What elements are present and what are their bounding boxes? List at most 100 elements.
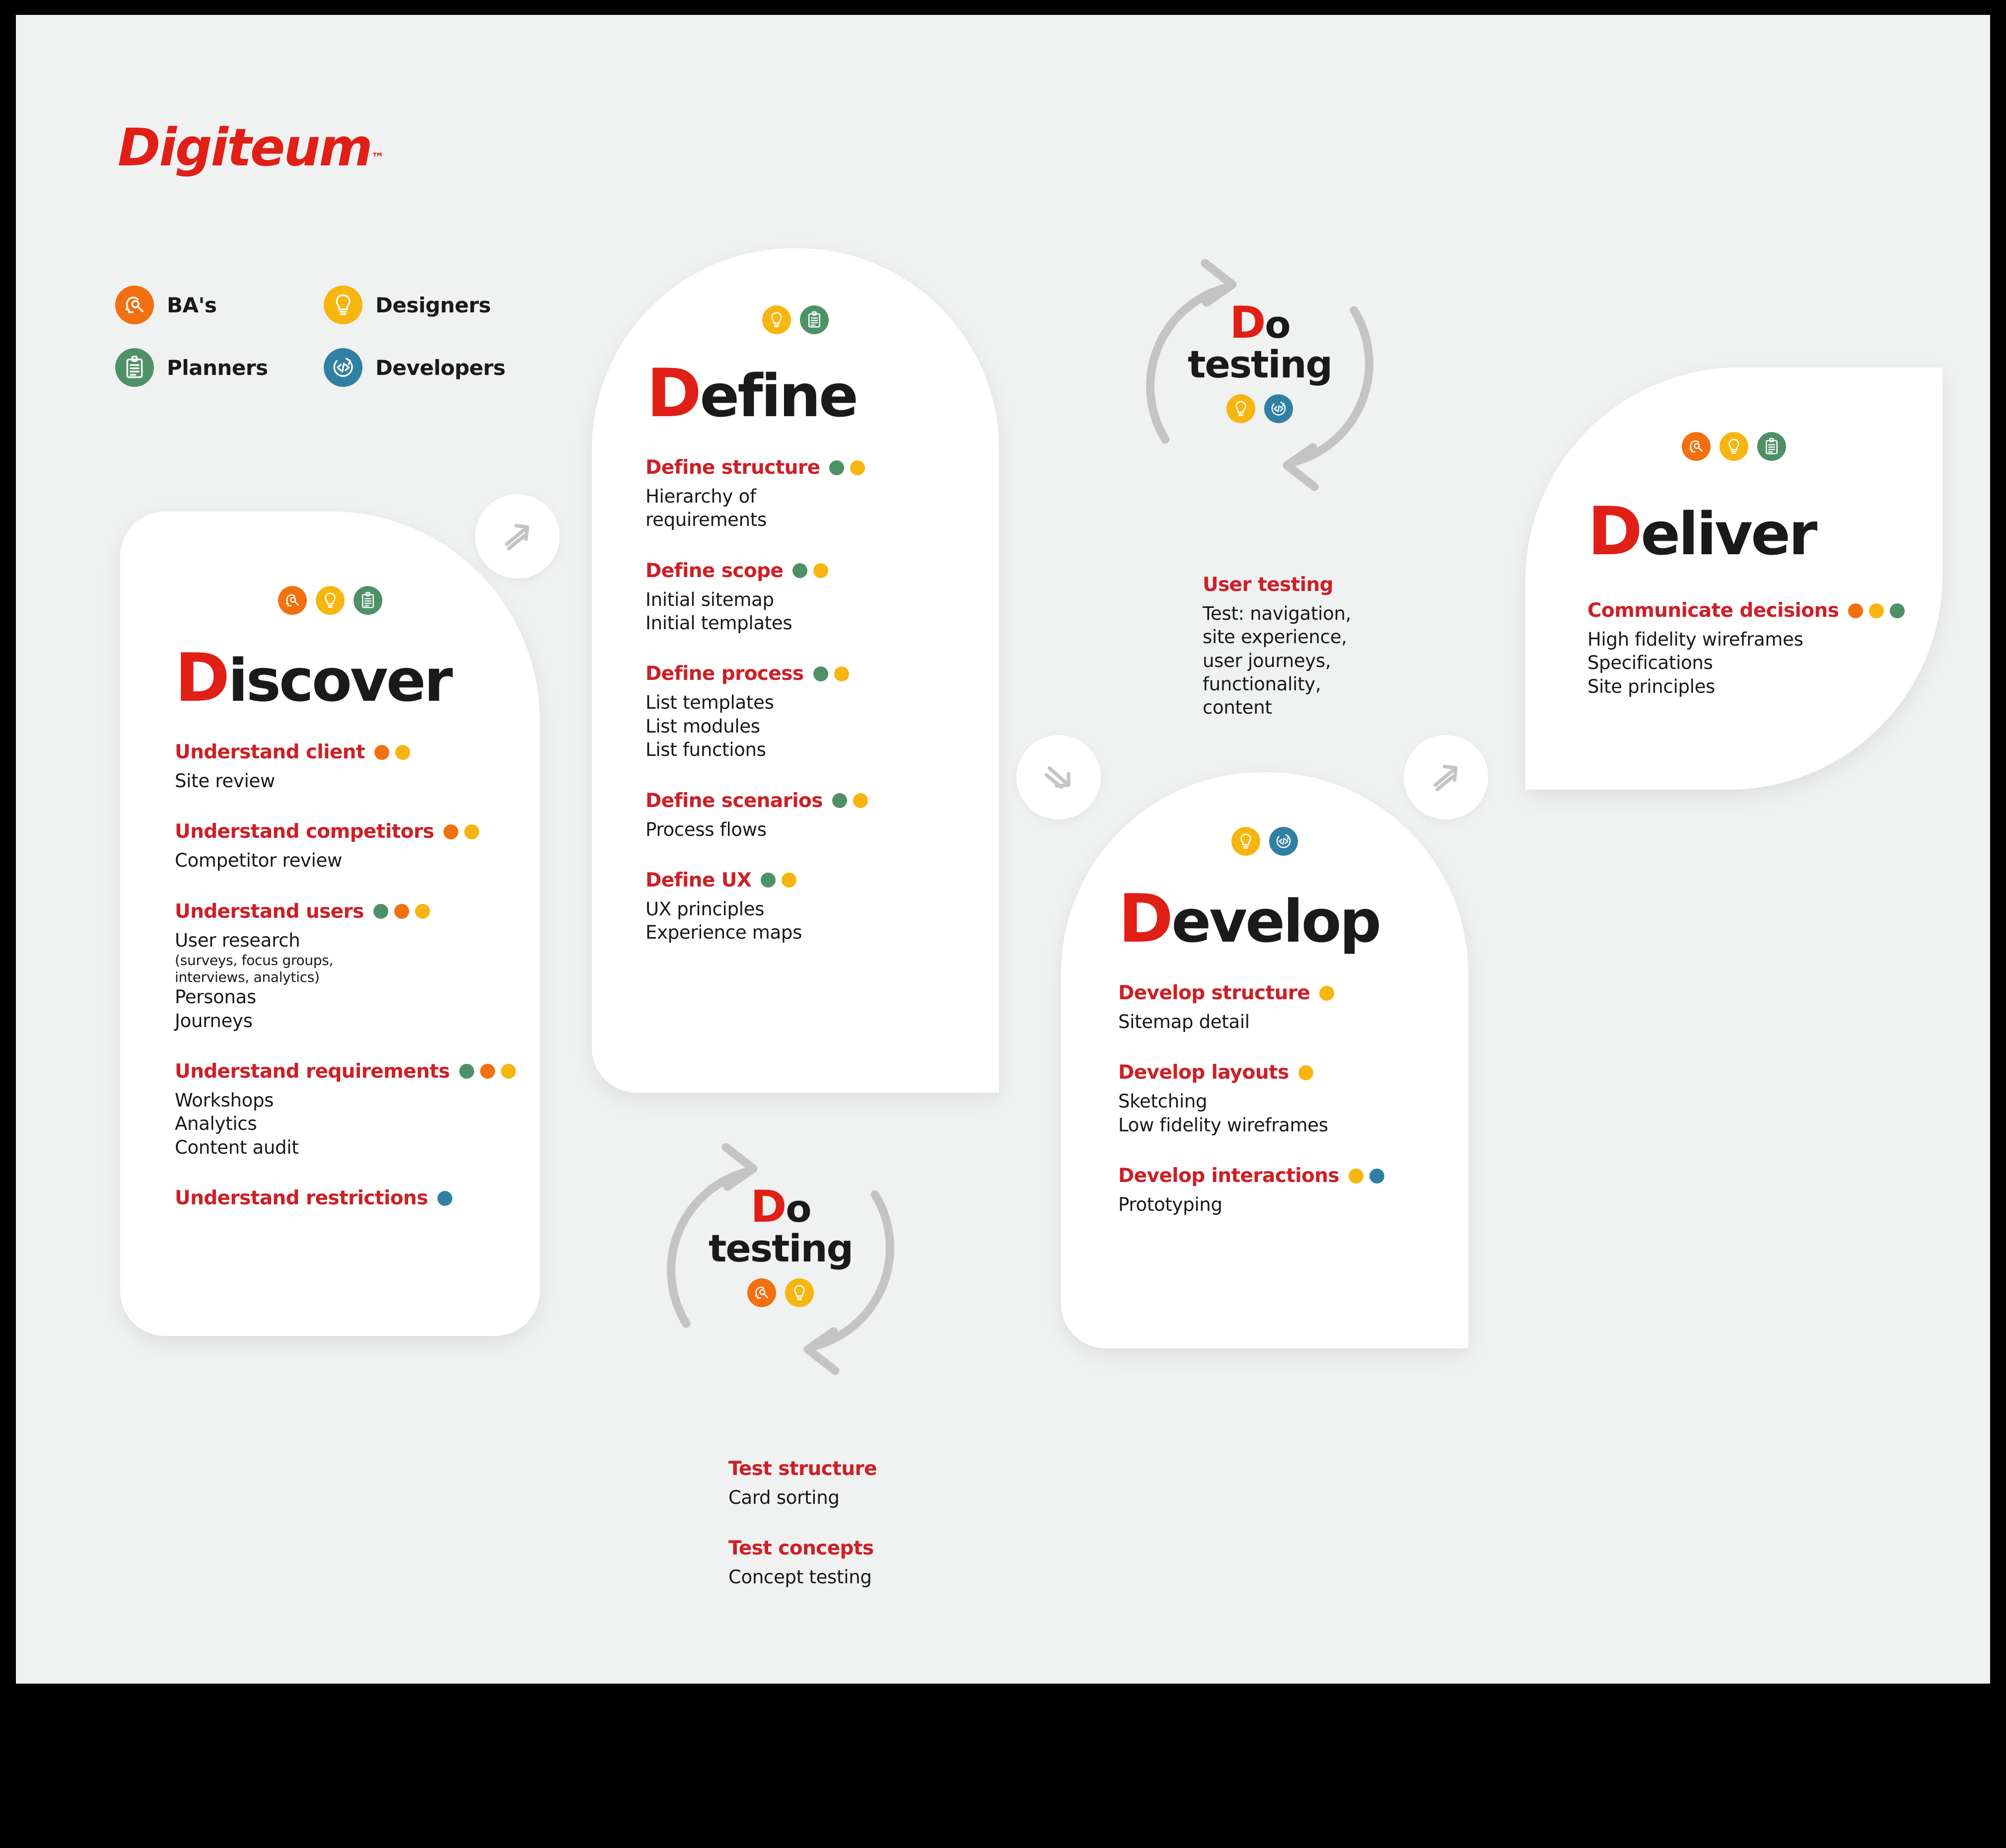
section-lines: Workshops Analytics Content audit [175,1089,540,1159]
card-sections: Test structure Card sorting Test concepts C… [728,1458,962,1589]
section-lines: User research (surveys, focus groups, inte… [175,929,540,1033]
cycle-do-testing-top-body: User testing Test: navigation, site experi… [1203,544,1431,720]
role-dot-des [1869,603,1884,618]
section-line: Process flows [645,818,767,840]
role-dot-ba [443,824,459,839]
brand-logo: Digiteum™ [118,117,383,178]
role-dots [1848,603,1911,618]
section-title: Understand competitors [175,820,434,843]
section-line: Personas [175,986,256,1008]
cycle-do-testing-top: Do testing [1136,241,1384,509]
brand-trademark: ™ [371,150,383,166]
section: User testing Test: navigation, site experi… [1203,574,1431,720]
section-header: Define scope [645,560,999,582]
card-title-capital: D [1587,493,1643,570]
role-dot-ba [480,1064,495,1079]
role-dot-ba [374,744,389,760]
role-dot-ba [394,904,409,919]
legend-label: Designers [375,293,491,317]
section-line: site experience, [1203,626,1347,648]
section-title: Communicate decisions [1587,599,1839,622]
head-pencil-icon [278,586,307,615]
section-line: List functions [645,739,766,761]
section-line: Hierarchy of [645,486,756,507]
section-header: Define scenarios [645,790,999,812]
section-line: Initial sitemap [645,589,774,610]
section-lines: Prototyping [1118,1193,1468,1216]
lightbulb-icon [315,586,345,615]
section: Define structure Hierarchy of requirements [645,456,999,532]
card-role-icons [1061,827,1468,856]
section-line-small: (surveys, focus groups, [175,952,334,969]
section-line-small: interviews, analytics) [175,968,320,985]
role-dot-des [850,460,865,475]
section: Understand client Site review [175,741,540,793]
section-line: Concept testing [728,1566,872,1588]
section-line: Experience maps [645,922,802,944]
cycle-center: Do testing [1136,241,1384,424]
lightbulb-icon [1231,827,1260,856]
legend-item-plan: Planners [115,348,324,387]
card-sections: User testing Test: navigation, site experi… [1203,574,1431,720]
arrow-up-right-icon [475,494,560,579]
section-title: Test concepts [728,1537,874,1560]
card-role-icons [1525,432,1942,461]
section-title: Define UX [645,869,752,891]
card-role-icons [120,586,540,615]
section-title: Understand users [175,900,364,923]
role-dot-des [415,904,430,919]
cycle-title: Do testing [656,1184,905,1267]
section-line: Initial templates [645,612,792,634]
section-line: Sitemap detail [1118,1011,1250,1033]
section: Define UX UX principles Experience maps [645,869,999,945]
card-title: Develop [1118,886,1468,952]
arrow-up-right-icon [1404,735,1488,819]
role-dots [437,1190,458,1206]
section-lines: High fidelity wireframes Specifications Si… [1587,628,1942,698]
section-lines: Test: navigation, site experience, user jo… [1203,602,1431,720]
section-lines: Sitemap detail [1118,1010,1468,1034]
section-title: Define structure [645,456,820,479]
role-dots [373,904,436,919]
section-line: Specifications [1587,652,1713,674]
legend-label: Developers [375,355,505,380]
card-title: Deliver [1587,498,1942,565]
section-header: Understand users [175,900,540,923]
section-line: user journeys, [1203,650,1331,671]
role-dots [459,1064,522,1079]
section-title: Develop layouts [1118,1061,1289,1084]
lightbulb-icon [785,1278,814,1308]
head-pencil-icon [747,1278,776,1308]
section-header: Understand requirements [175,1060,540,1083]
section-header: Understand restrictions [175,1187,540,1209]
card-role-icons [592,305,999,334]
head-pencil-icon [115,286,154,324]
section-lines: UX principles Experience maps [645,897,999,945]
infographic-canvas: Digiteum™ BA's Designers Planners Developer… [16,15,1990,1684]
section-lines: Site review [175,769,540,793]
section-line: requirements [645,509,767,531]
section-lines: Competitor review [175,849,540,872]
section-line: content [1203,697,1272,719]
card-sections: Define structure Hierarchy of requirements… [645,456,999,945]
section-line: Site review [175,770,275,792]
role-dot-des [834,666,849,681]
role-dots [832,793,874,809]
role-dots [1349,1168,1390,1183]
section: Define scope Initial sitemap Initial templ… [645,560,999,635]
section: Develop interactions Prototyping [1118,1165,1468,1216]
role-dots [761,873,802,888]
section-lines: Concept testing [728,1565,962,1589]
role-dot-plan [373,904,388,919]
section-title: Define scope [645,559,784,582]
section: Define process List templates List modules… [645,663,999,761]
cycle-role-icons [1136,394,1384,424]
section-title: Develop interactions [1118,1165,1340,1187]
card-define: Define Define structure Hierarchy of requir… [592,248,999,1093]
legend-item-ba: BA's [115,286,324,324]
card-title-rest: evelop [1171,887,1381,956]
section-line: Competitor review [175,850,342,872]
card-title-rest: efine [700,362,859,430]
legend-item-des: Designers [324,286,532,324]
card-title: Define [646,360,999,427]
